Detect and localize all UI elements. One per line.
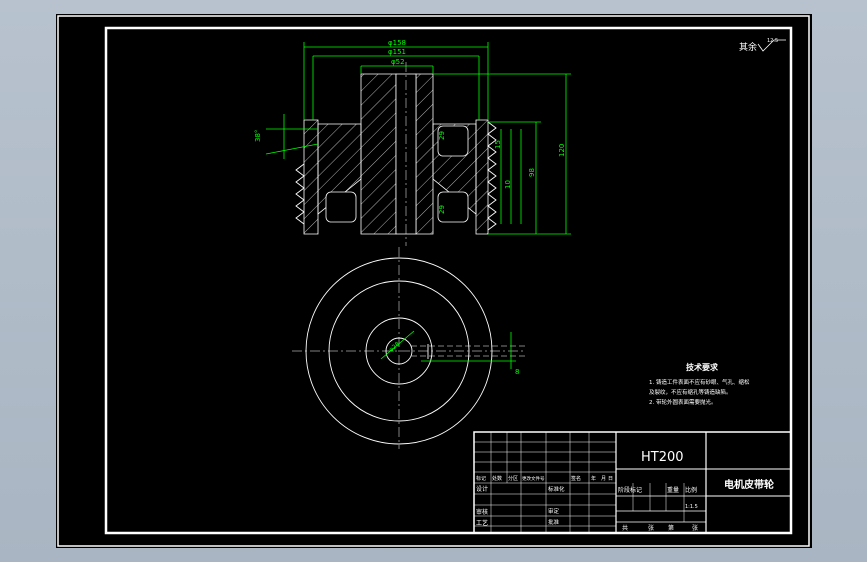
svg-text:10: 10 [504, 180, 512, 189]
svg-text:张: 张 [648, 524, 654, 532]
svg-text:及裂纹，不应有缩孔等铸造缺陷。: 及裂纹，不应有缩孔等铸造缺陷。 [649, 388, 732, 396]
svg-text:签名: 签名 [571, 475, 581, 482]
svg-text:比例: 比例 [685, 486, 697, 494]
drawing-sheet: 其余 12.5 φ158 φ151 φ52 120 98 15 10 29 29… [56, 14, 812, 548]
title-block-text: HT200 电机皮带轮 标记 处数 分区 更改文件号 签名 年 月 日 设计 审… [476, 450, 774, 532]
svg-text:工艺: 工艺 [476, 519, 488, 527]
svg-text:29: 29 [438, 205, 446, 214]
svg-text:电机皮带轮: 电机皮带轮 [724, 478, 774, 491]
svg-text:φ158: φ158 [388, 39, 406, 47]
section-view: φ158 φ151 φ52 120 98 15 10 29 29 38° [254, 39, 571, 246]
svg-text:98: 98 [528, 168, 536, 177]
svg-text:共: 共 [622, 524, 628, 532]
svg-text:8: 8 [515, 368, 519, 376]
svg-text:2. 带轮外圆表面需要抛光。: 2. 带轮外圆表面需要抛光。 [649, 398, 717, 406]
svg-text:技术要求: 技术要求 [686, 362, 719, 372]
svg-text:φ52: φ52 [391, 58, 405, 66]
svg-text:第: 第 [668, 524, 674, 532]
svg-text:设计: 设计 [476, 485, 488, 493]
svg-text:分区: 分区 [508, 475, 518, 482]
svg-text:φ28: φ28 [388, 341, 402, 354]
svg-text:38°: 38° [254, 130, 262, 142]
svg-text:标准化: 标准化 [548, 485, 565, 493]
svg-text:批准: 批准 [548, 518, 560, 526]
technical-notes: 技术要求 1. 铸造工件表面不应有砂眼、气孔、缩松 及裂纹，不应有缩孔等铸造缺陷… [649, 362, 750, 406]
svg-text:阶段标记: 阶段标记 [618, 486, 642, 494]
svg-text:张: 张 [692, 524, 698, 532]
svg-text:120: 120 [558, 144, 566, 157]
outer-frame [57, 15, 810, 547]
svg-text:月: 月 [601, 476, 606, 482]
svg-text:重量: 重量 [667, 486, 679, 494]
svg-text:1. 铸造工件表面不应有砂眼、气孔、缩松: 1. 铸造工件表面不应有砂眼、气孔、缩松 [649, 378, 750, 386]
svg-text:12.5: 12.5 [767, 38, 778, 44]
cad-drawing: 其余 12.5 φ158 φ151 φ52 120 98 15 10 29 29… [57, 15, 810, 547]
inner-frame [104, 26, 793, 535]
svg-text:29: 29 [438, 131, 446, 140]
svg-text:标记: 标记 [476, 475, 486, 482]
svg-text:审核: 审核 [476, 508, 488, 516]
svg-text:15: 15 [494, 140, 502, 149]
svg-text:更改文件号: 更改文件号 [522, 475, 545, 482]
svg-text:审定: 审定 [548, 507, 560, 515]
svg-text:HT200: HT200 [641, 450, 684, 465]
svg-text:日: 日 [608, 476, 613, 482]
top-view: φ28 8 [292, 247, 526, 449]
svg-text:φ151: φ151 [388, 48, 406, 56]
svg-text:1:1.5: 1:1.5 [685, 504, 698, 510]
svg-text:年: 年 [591, 475, 596, 482]
svg-text:其余: 其余 [739, 41, 757, 53]
roughness-symbol: 其余 12.5 [739, 38, 786, 53]
svg-text:处数: 处数 [492, 475, 502, 482]
